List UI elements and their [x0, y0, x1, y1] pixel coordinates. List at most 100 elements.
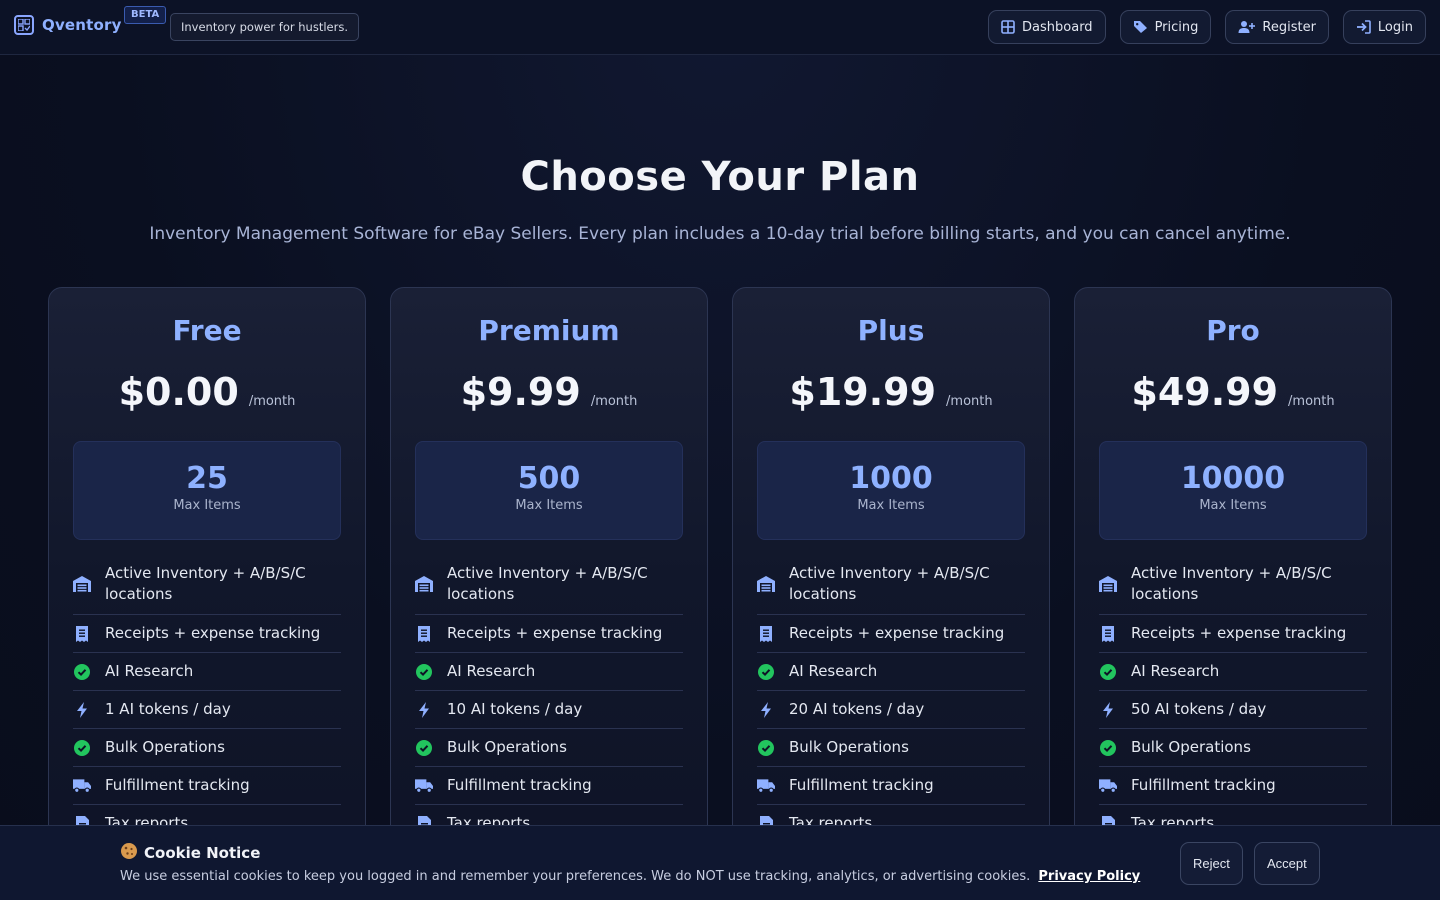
- plan-name: Premium: [478, 314, 620, 347]
- feature-item: Receipts + expense tracking: [1099, 615, 1367, 653]
- max-items-label: Max Items: [857, 498, 925, 513]
- accept-cookies-button[interactable]: Accept: [1254, 842, 1320, 885]
- navbar: Qventory BETA Inventory power for hustle…: [0, 0, 1440, 55]
- feature-item: Bulk Operations: [1099, 729, 1367, 767]
- feature-text: Bulk Operations: [447, 738, 567, 756]
- cookie-banner: Cookie Notice We use essential cookies t…: [0, 825, 1440, 900]
- nav-login-button[interactable]: Login: [1342, 10, 1426, 44]
- feature-item: Active Inventory + A/B/S/C locations: [1099, 554, 1367, 615]
- plan-price: $49.99: [1131, 370, 1279, 414]
- plan-card-premium: Premium $9.99/month 500 Max Items Active…: [390, 287, 708, 900]
- nav-dashboard-button[interactable]: Dashboard: [988, 10, 1106, 44]
- feature-item: Active Inventory + A/B/S/C locations: [73, 554, 341, 615]
- max-items-value: 1000: [849, 461, 933, 496]
- feature-item: AI Research: [757, 653, 1025, 691]
- nav-dashboard-label: Dashboard: [1022, 19, 1093, 35]
- check-circle-icon: [1099, 739, 1117, 757]
- cookie-icon: [120, 842, 138, 864]
- feature-text: AI Research: [447, 662, 536, 680]
- feature-text: 50 AI tokens / day: [1131, 700, 1267, 718]
- page: Qventory BETA Inventory power for hustle…: [0, 0, 1440, 900]
- plan-price: $9.99: [460, 370, 581, 414]
- max-items-value: 10000: [1180, 461, 1286, 496]
- plan-card-pro: Pro $49.99/month 10000 Max Items Active …: [1074, 287, 1392, 900]
- feature-text: 1 AI tokens / day: [105, 700, 231, 718]
- bolt-icon: [415, 701, 433, 719]
- feature-item: AI Research: [1099, 653, 1367, 691]
- feature-text: Active Inventory + A/B/S/C locations: [789, 564, 990, 603]
- feature-text: Receipts + expense tracking: [105, 624, 321, 642]
- feature-text: Bulk Operations: [105, 738, 225, 756]
- feature-item: Fulfillment tracking: [1099, 767, 1367, 805]
- brand-name: Qventory: [42, 16, 122, 34]
- max-items-box: 1000 Max Items: [757, 441, 1025, 540]
- nav-register-button[interactable]: Register: [1225, 10, 1329, 44]
- truck-icon: [757, 777, 775, 795]
- receipt-icon: [757, 625, 775, 643]
- truck-icon: [415, 777, 433, 795]
- plan-price: $19.99: [789, 370, 937, 414]
- plan-price-row: $19.99/month: [733, 370, 1049, 414]
- check-circle-icon: [415, 739, 433, 757]
- feature-text: Bulk Operations: [1131, 738, 1251, 756]
- privacy-policy-link[interactable]: Privacy Policy: [1038, 869, 1140, 884]
- plan-price-row: $49.99/month: [1075, 370, 1391, 414]
- bolt-icon: [73, 701, 91, 719]
- bolt-icon: [757, 701, 775, 719]
- plan-period: /month: [946, 394, 993, 409]
- check-circle-icon: [73, 739, 91, 757]
- feature-text: 20 AI tokens / day: [789, 700, 925, 718]
- max-items-value: 500: [517, 461, 581, 496]
- plan-period: /month: [1288, 394, 1335, 409]
- brand-link[interactable]: Qventory: [14, 15, 122, 35]
- feature-text: Receipts + expense tracking: [789, 624, 1005, 642]
- feature-text: Receipts + expense tracking: [447, 624, 663, 642]
- feature-text: Fulfillment tracking: [447, 776, 592, 794]
- dashboard-icon: [1001, 20, 1015, 34]
- feature-item: Bulk Operations: [73, 729, 341, 767]
- cookie-text-row: We use essential cookies to keep you log…: [120, 869, 1140, 884]
- login-icon: [1356, 20, 1371, 34]
- page-subtitle: Inventory Management Software for eBay S…: [149, 224, 1291, 244]
- feature-item: 20 AI tokens / day: [757, 691, 1025, 729]
- nav-pricing-button[interactable]: Pricing: [1119, 10, 1212, 44]
- feature-item: AI Research: [73, 653, 341, 691]
- feature-text: Receipts + expense tracking: [1131, 624, 1347, 642]
- warehouse-icon: [757, 575, 775, 593]
- page-title: Choose Your Plan: [520, 154, 920, 200]
- cookie-title: Cookie Notice: [144, 844, 261, 862]
- plan-price-row: $9.99/month: [391, 370, 707, 414]
- feature-item: 50 AI tokens / day: [1099, 691, 1367, 729]
- user-plus-icon: [1238, 20, 1256, 34]
- feature-text: AI Research: [789, 662, 878, 680]
- feature-list: Active Inventory + A/B/S/C locations Rec…: [73, 554, 341, 843]
- tagline-pill: Inventory power for hustlers.: [170, 13, 359, 41]
- plan-name: Pro: [1206, 314, 1260, 347]
- feature-item: Fulfillment tracking: [757, 767, 1025, 805]
- reject-cookies-button[interactable]: Reject: [1180, 842, 1243, 885]
- feature-text: Fulfillment tracking: [1131, 776, 1276, 794]
- feature-item: Receipts + expense tracking: [73, 615, 341, 653]
- truck-icon: [1099, 777, 1117, 795]
- warehouse-icon: [73, 575, 91, 593]
- cookie-title-row: Cookie Notice: [120, 842, 260, 864]
- plan-name: Free: [172, 314, 242, 347]
- check-circle-icon: [757, 739, 775, 757]
- check-circle-icon: [73, 663, 91, 681]
- beta-badge: BETA: [124, 6, 167, 24]
- plan-card-free: Free $0.00/month 25 Max Items Active Inv…: [48, 287, 366, 900]
- check-circle-icon: [1099, 663, 1117, 681]
- receipt-icon: [415, 625, 433, 643]
- check-circle-icon: [415, 663, 433, 681]
- nav-login-label: Login: [1377, 19, 1413, 35]
- feature-list: Active Inventory + A/B/S/C locations Rec…: [1099, 554, 1367, 843]
- feature-text: 10 AI tokens / day: [447, 700, 583, 718]
- max-items-box: 10000 Max Items: [1099, 441, 1367, 540]
- plan-price-row: $0.00/month: [49, 370, 365, 414]
- feature-text: Fulfillment tracking: [105, 776, 250, 794]
- feature-item: Receipts + expense tracking: [757, 615, 1025, 653]
- feature-item: 10 AI tokens / day: [415, 691, 683, 729]
- feature-item: Bulk Operations: [757, 729, 1025, 767]
- feature-item: Active Inventory + A/B/S/C locations: [757, 554, 1025, 615]
- cookie-message: We use essential cookies to keep you log…: [120, 869, 1031, 884]
